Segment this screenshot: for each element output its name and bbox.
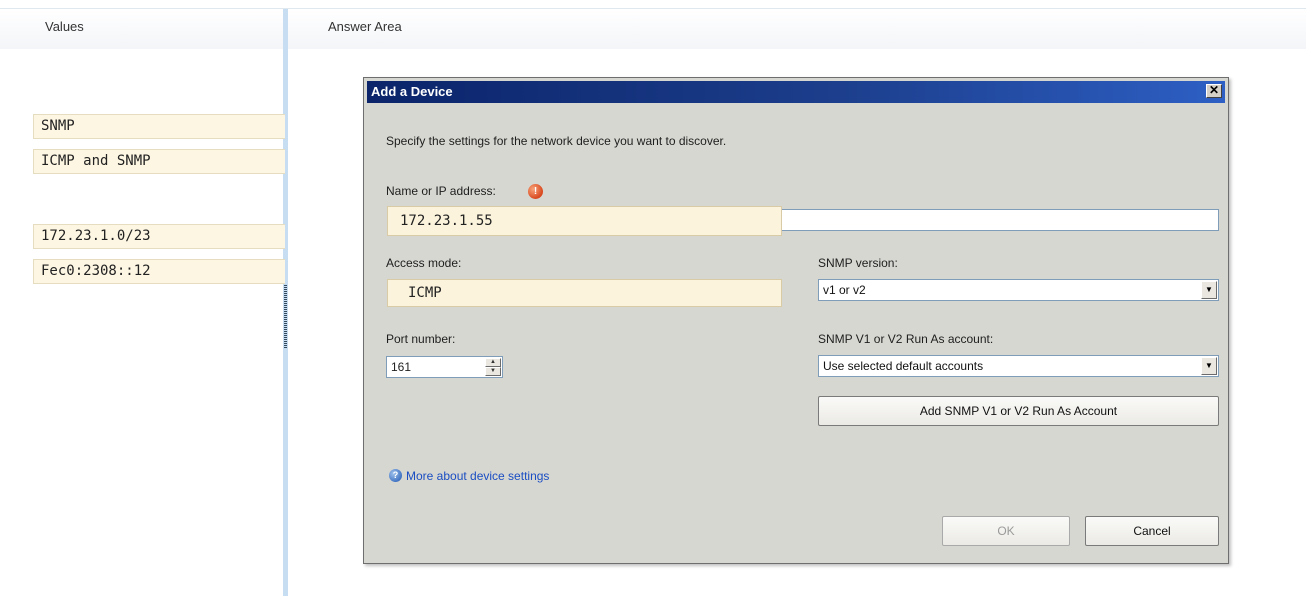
port-stepper[interactable]: 161 ▲ ▼ — [386, 356, 503, 378]
value-tile-ipv6[interactable]: Fec0:2308::12 — [33, 259, 285, 284]
more-about-device-settings-link[interactable]: More about device settings — [406, 469, 549, 483]
access-mode-answer-tile[interactable]: ICMP — [387, 279, 782, 307]
help-icon: ? — [389, 469, 402, 482]
values-header — [0, 9, 283, 49]
name-input[interactable] — [779, 209, 1219, 231]
cancel-button[interactable]: Cancel — [1085, 516, 1219, 546]
access-mode-label: Access mode: — [386, 256, 462, 270]
close-button[interactable]: ✕ — [1206, 84, 1222, 98]
answer-area-header — [288, 9, 1306, 49]
ok-button[interactable]: OK — [942, 516, 1070, 546]
run-as-select[interactable]: Use selected default accounts ▼ — [818, 355, 1219, 377]
name-answer-tile[interactable]: 172.23.1.55 — [387, 206, 782, 236]
dialog-description: Specify the settings for the network dev… — [386, 134, 727, 148]
snmp-version-select[interactable]: v1 or v2 ▼ — [818, 279, 1219, 301]
port-value: 161 — [391, 360, 412, 374]
dropdown-arrow-icon[interactable]: ▼ — [1201, 357, 1217, 375]
dialog-title: Add a Device — [371, 84, 453, 99]
snmp-version-label: SNMP version: — [818, 256, 898, 270]
values-title: Values — [45, 19, 84, 34]
value-tile-icmp-and-snmp[interactable]: ICMP and SNMP — [33, 149, 285, 174]
dropdown-arrow-icon[interactable]: ▼ — [1201, 281, 1217, 299]
warning-icon: ! — [528, 184, 543, 199]
snmp-version-value: v1 or v2 — [823, 283, 866, 297]
splitter-grip-icon[interactable] — [284, 285, 287, 349]
value-tile-snmp[interactable]: SNMP — [33, 114, 285, 139]
run-as-label: SNMP V1 or V2 Run As account: — [818, 332, 994, 346]
add-device-dialog: Add a Device ✕ Specify the settings for … — [363, 77, 1229, 564]
port-label: Port number: — [386, 332, 456, 346]
name-label: Name or IP address: — [386, 184, 496, 198]
value-tile-subnet[interactable]: 172.23.1.0/23 — [33, 224, 285, 249]
spin-down-icon[interactable]: ▼ — [485, 367, 501, 376]
answer-area-title: Answer Area — [328, 19, 402, 34]
add-run-as-account-button[interactable]: Add SNMP V1 or V2 Run As Account — [818, 396, 1219, 426]
spin-up-icon[interactable]: ▲ — [485, 358, 501, 367]
run-as-value: Use selected default accounts — [823, 359, 984, 373]
dialog-titlebar[interactable]: Add a Device ✕ — [367, 81, 1225, 103]
